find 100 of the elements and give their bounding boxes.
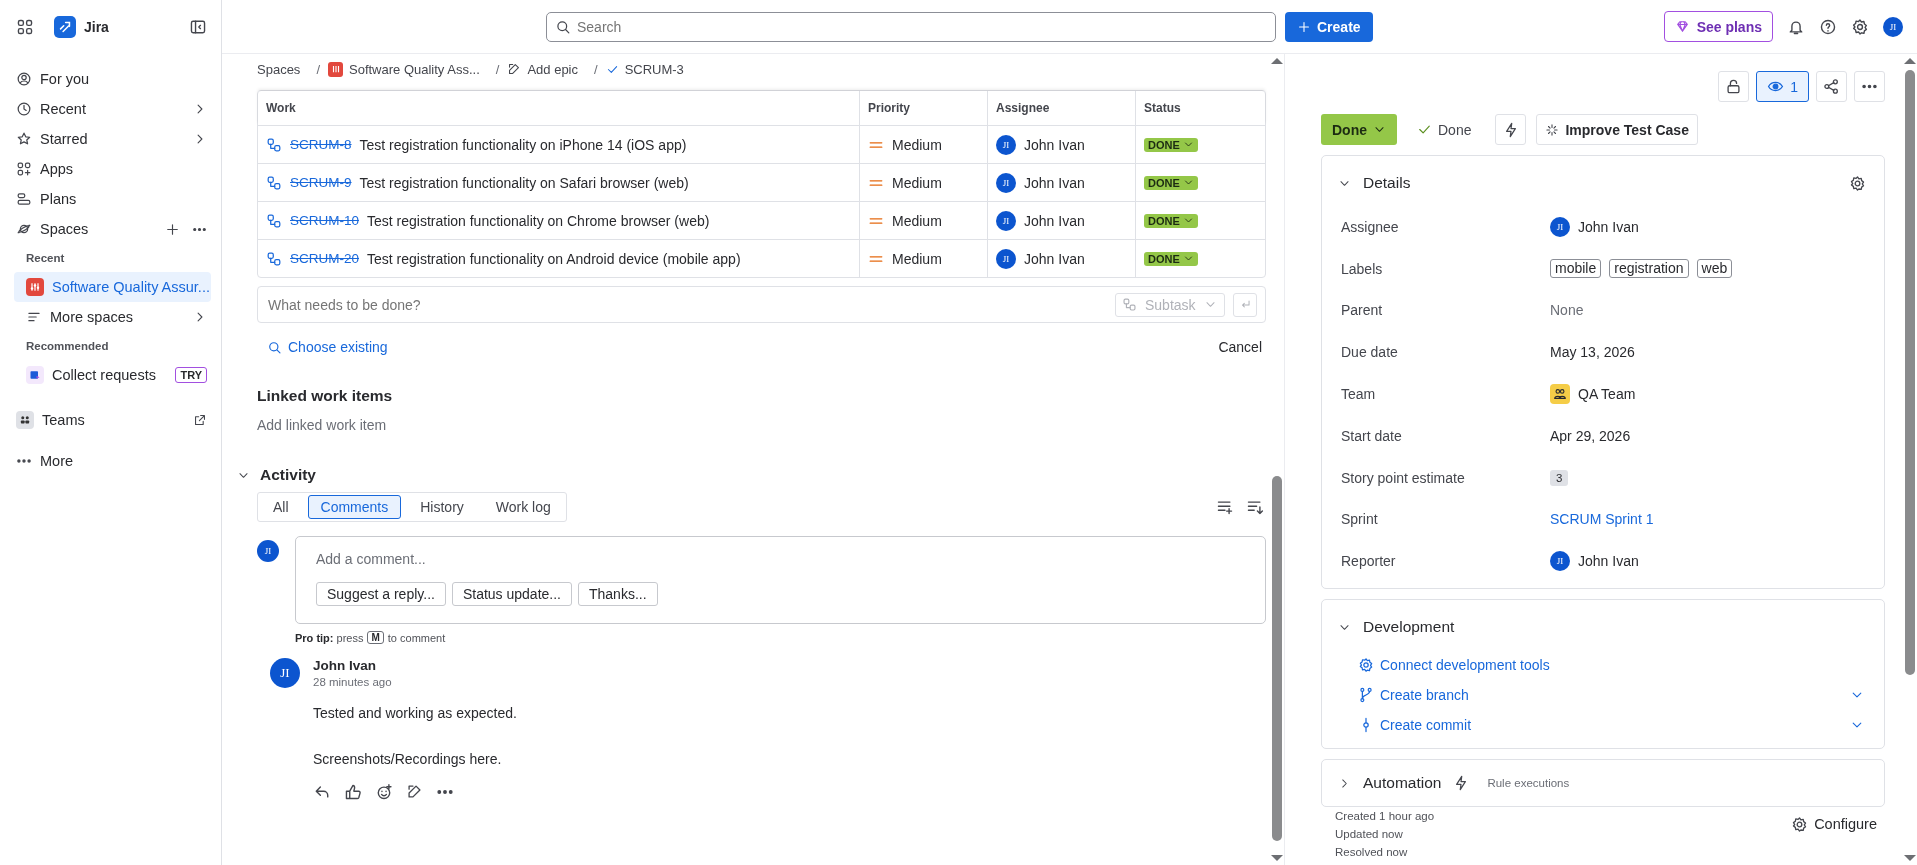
- sidebar-item[interactable]: Teams: [14, 404, 211, 436]
- field-label: Team: [1340, 386, 1377, 403]
- add-reaction-icon[interactable]: [375, 783, 393, 801]
- column-header: Status: [1135, 91, 1265, 125]
- collapse-sidebar-icon[interactable]: [189, 18, 207, 36]
- sidebar-item[interactable]: Collect requests TRY: [14, 360, 211, 390]
- status-dropdown[interactable]: DONE: [1144, 251, 1198, 266]
- work-item-key-link[interactable]: SCRUM-20: [290, 251, 359, 266]
- add-icon[interactable]: [165, 221, 180, 237]
- work-item-summary[interactable]: Test registration functionality on Safari browser (web): [359, 174, 689, 191]
- sidebar-item[interactable]: Starred: [14, 124, 211, 154]
- suggestion-button[interactable]: Status update...: [451, 582, 572, 606]
- breadcrumb-link[interactable]: SCRUM-3: [605, 61, 684, 77]
- sidebar-item[interactable]: For you: [14, 64, 211, 94]
- configure-button[interactable]: Configure: [1791, 810, 1877, 839]
- filter-list-icon[interactable]: [1216, 498, 1234, 516]
- sidebar-item[interactable]: More spaces: [14, 302, 211, 332]
- label-tag[interactable]: registration: [1609, 259, 1689, 279]
- profile-avatar[interactable]: JI: [1883, 16, 1903, 37]
- work-item-key-link[interactable]: SCRUM-10: [290, 213, 359, 228]
- work-item-key-link[interactable]: SCRUM-9: [290, 175, 352, 190]
- user-name[interactable]: John Ivan: [1578, 553, 1639, 570]
- sort-icon[interactable]: [1246, 498, 1264, 516]
- app-switcher-icon[interactable]: [16, 18, 34, 36]
- cancel-button[interactable]: Cancel: [1218, 339, 1262, 355]
- field-value[interactable]: Apr 29, 2026: [1550, 427, 1631, 444]
- edit-icon[interactable]: [406, 783, 423, 800]
- field-value[interactable]: May 13, 2026: [1550, 344, 1635, 361]
- settings-icon: [1358, 657, 1374, 674]
- status-dropdown[interactable]: Done: [1321, 114, 1397, 145]
- space-icon: [26, 278, 44, 296]
- search-field[interactable]: Search: [546, 11, 1276, 42]
- user-avatar: JI: [996, 248, 1016, 269]
- sidebar-item[interactable]: Recent: [14, 94, 211, 124]
- status-dropdown[interactable]: DONE: [1144, 137, 1198, 152]
- create-button[interactable]: Create: [1285, 11, 1373, 42]
- suggestion-button[interactable]: Suggest a reply...: [316, 582, 446, 606]
- breadcrumb-link[interactable]: Add epic: [507, 61, 578, 77]
- work-item-key-link[interactable]: SCRUM-8: [290, 137, 352, 152]
- label-tag[interactable]: mobile: [1550, 259, 1602, 279]
- field-value[interactable]: None: [1550, 302, 1584, 319]
- breadcrumb-separator: /: [316, 61, 320, 77]
- field-label: Reporter: [1340, 553, 1397, 570]
- settings-icon[interactable]: [1849, 174, 1866, 192]
- thumbs-up-icon[interactable]: [344, 783, 362, 801]
- work-item-summary[interactable]: Test registration functionality on iPhone 14 (iOS app): [359, 136, 687, 153]
- activity-tab[interactable]: All: [260, 495, 302, 519]
- watch-button[interactable]: 1: [1756, 71, 1809, 102]
- sidebar-item[interactable]: Spaces: [14, 214, 211, 244]
- sidebar-item[interactable]: Software Quality Assur...: [14, 272, 211, 302]
- activity-tab[interactable]: Work log: [482, 495, 564, 519]
- work-item-summary[interactable]: Test registration functionality on Chrome browser (web): [367, 212, 710, 229]
- suggestion-button[interactable]: Thanks...: [578, 582, 658, 606]
- assignee-name: John Ivan: [1024, 136, 1085, 153]
- sidebar-item[interactable]: Plans: [14, 184, 211, 214]
- see-plans-button[interactable]: See plans: [1663, 11, 1773, 42]
- help-icon[interactable]: [1819, 17, 1837, 36]
- subtask-icon: [266, 174, 282, 191]
- share-button[interactable]: [1816, 71, 1847, 102]
- automation-button[interactable]: [1495, 114, 1527, 145]
- development-link[interactable]: Connect development tools: [1358, 657, 1550, 674]
- work-item-summary[interactable]: Test registration functionality on Android device (mobile app): [367, 250, 741, 267]
- section-heading: Recommended: [25, 339, 110, 354]
- sidebar-item[interactable]: More: [14, 446, 211, 476]
- add-linked-work-item-link[interactable]: Add linked work item: [257, 417, 1251, 433]
- diamond-icon: [1674, 19, 1690, 34]
- field-label: Labels: [1340, 260, 1384, 277]
- sidebar-item[interactable]: Apps: [14, 154, 211, 184]
- reply-icon[interactable]: [313, 783, 331, 801]
- settings-icon[interactable]: [1851, 17, 1869, 36]
- clock-icon: [16, 101, 32, 117]
- subtask-icon: [1122, 297, 1137, 312]
- story-points-badge[interactable]: 3: [1550, 469, 1569, 486]
- breadcrumb-separator: /: [495, 61, 500, 77]
- label-tag[interactable]: web: [1696, 259, 1733, 279]
- rule-executions-link[interactable]: Rule executions: [1487, 777, 1570, 790]
- comment-field[interactable]: Add a comment... Suggest a reply... Status update... Thanks...: [295, 536, 1266, 624]
- user-name[interactable]: John Ivan: [1578, 218, 1639, 235]
- comment-text: Screenshots/Recordings here.: [313, 751, 503, 767]
- development-link[interactable]: Create commit: [1358, 717, 1472, 734]
- development-link[interactable]: Create branch: [1358, 687, 1469, 704]
- assignee-name: John Ivan: [1024, 212, 1085, 229]
- choose-existing-link[interactable]: Choose existing: [267, 339, 388, 355]
- restrict-button[interactable]: [1718, 71, 1750, 102]
- form-icon: [26, 366, 44, 384]
- team-name[interactable]: QA Team: [1578, 386, 1636, 403]
- sprint-link[interactable]: SCRUM Sprint 1: [1550, 511, 1654, 528]
- activity-tab[interactable]: Comments: [307, 495, 402, 519]
- card-title: Details: [1363, 174, 1411, 192]
- improve-button[interactable]: Improve Test Case: [1536, 114, 1698, 145]
- status-dropdown[interactable]: DONE: [1144, 175, 1198, 190]
- status-dropdown[interactable]: DONE: [1144, 213, 1198, 228]
- resolution-text: Done: [1417, 121, 1472, 138]
- breadcrumb-link[interactable]: Software Quality Ass...: [328, 61, 480, 77]
- section-title: Activity: [260, 466, 316, 484]
- more-actions-button[interactable]: [1854, 71, 1885, 102]
- breadcrumb-link[interactable]: Spaces: [257, 61, 301, 77]
- activity-tab[interactable]: History: [407, 495, 477, 519]
- comment-placeholder: Add a comment...: [316, 551, 427, 567]
- priority-text: Medium: [892, 136, 942, 153]
